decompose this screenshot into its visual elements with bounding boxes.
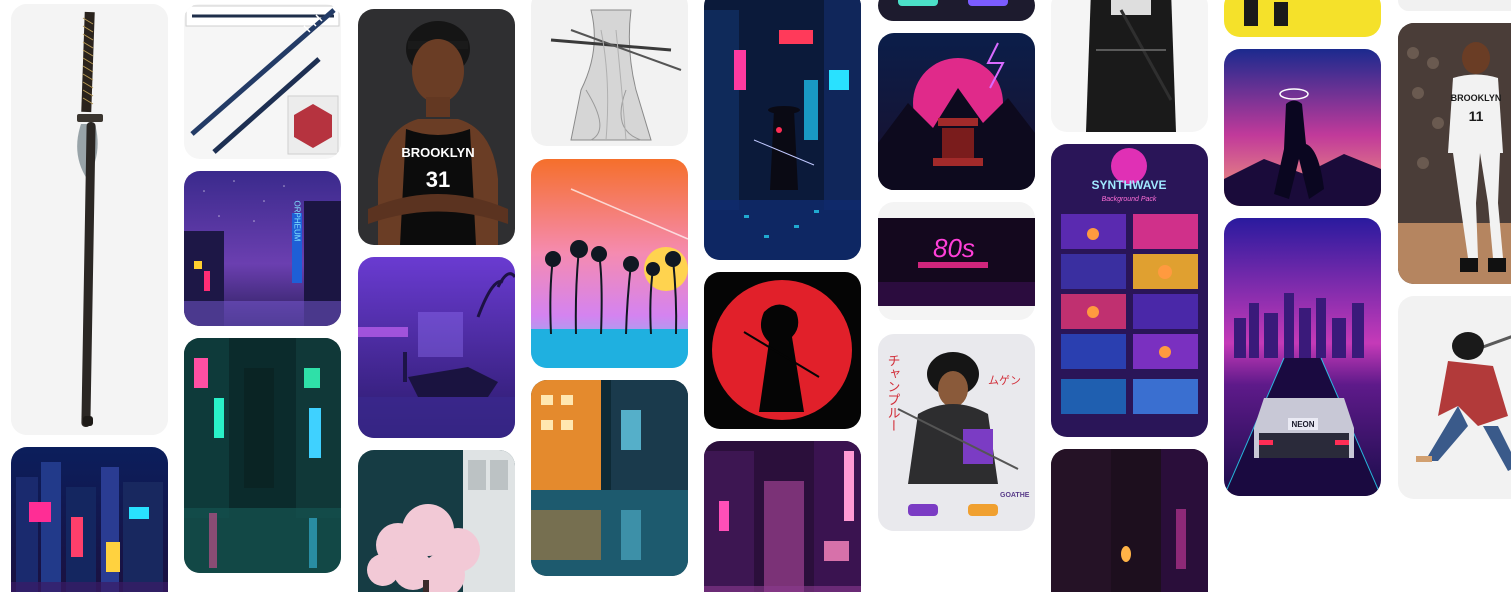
pink-alley-image (704, 441, 861, 592)
pin-katana-sheathed[interactable] (11, 4, 168, 435)
pin-purple-neon-car[interactable] (358, 257, 515, 438)
halo-figure-image (1224, 49, 1381, 206)
samurai-bw-image (1051, 0, 1208, 132)
pin-reflection-street[interactable] (531, 380, 688, 576)
pin-player-dribble[interactable]: BROOKLYN 11 (1398, 23, 1511, 284)
yellow-crop-image (1224, 0, 1381, 37)
samurai-sketch-image (531, 0, 688, 146)
cherry-blossom-image (358, 450, 515, 592)
pin-top-right-crop[interactable] (1398, 0, 1511, 11)
blue-katana-image (184, 4, 341, 159)
pin-cyber-samurai-city[interactable] (704, 0, 861, 260)
jp-vertical-text: チャンプルー (885, 354, 900, 432)
jersey-number: 31 (426, 167, 450, 192)
red-sun-image (704, 272, 861, 429)
tokyo-street-image (11, 447, 168, 592)
basketball-portrait-image: BROOKLYN 31 (358, 9, 515, 245)
pin-board: ORPHEUM BROOKLYN 31 80s チャンプルー ムゲン GOATH… (0, 0, 1511, 592)
synthwave-subheading: Background Pack (1102, 196, 1157, 203)
pin-basketball-player[interactable]: BROOKLYN 31 (358, 9, 515, 245)
pin-temple-lightning[interactable] (878, 33, 1035, 190)
jp-name-text: ムゲン (988, 374, 1021, 387)
samurai-action-image (1398, 296, 1511, 499)
synthwave-pack-image: SYNTHWAVE Background Pack (1051, 144, 1208, 437)
pin-tokyo-neon-street[interactable] (11, 447, 168, 592)
katana-image (11, 4, 168, 435)
purple-car-image (358, 257, 515, 438)
pin-katana-blue-pair[interactable] (184, 4, 341, 159)
mugen-anime-image: チャンプルー ムゲン GOATHE (878, 334, 1035, 531)
reflection-street-image (531, 380, 688, 576)
neon-80s-image: 80s (878, 202, 1035, 320)
pin-palm-sunset[interactable] (531, 159, 688, 368)
orpheum-sign: ORPHEUM (293, 201, 302, 242)
jersey-team: BROOKLYN (401, 145, 474, 160)
pin-red-sun-samurai[interactable] (704, 272, 861, 429)
pin-pink-alley[interactable] (704, 441, 861, 592)
palm-sunset-image (531, 159, 688, 368)
pin-neon-car-city[interactable]: NEON (1224, 218, 1381, 496)
pin-orpheum-street[interactable]: ORPHEUM (184, 171, 341, 326)
dark-alley-image (1051, 449, 1208, 592)
neon-car-image: NEON (1224, 218, 1381, 496)
temple-lightning-image (878, 33, 1035, 190)
pin-dark-alley-lantern[interactable] (1051, 449, 1208, 592)
pin-rainy-alley[interactable] (184, 338, 341, 573)
pin-neon-80s-sign[interactable]: 80s (878, 202, 1035, 320)
synthwave-heading: SYNTHWAVE (1091, 178, 1166, 192)
signature-text: GOATHE (1000, 492, 1030, 499)
jersey-team-2: BROOKLYN (1451, 93, 1502, 103)
cyber-samurai-image (704, 0, 861, 260)
pin-cherry-blossom[interactable] (358, 450, 515, 592)
cropped-top-image (878, 0, 1035, 21)
pin-samurai-bw[interactable] (1051, 0, 1208, 132)
pin-synthwave-pack[interactable]: SYNTHWAVE Background Pack (1051, 144, 1208, 437)
rainy-alley-image (184, 338, 341, 573)
neon-sign-text: 80s (933, 233, 975, 263)
pin-samurai-sketch[interactable] (531, 0, 688, 146)
pin-halo-figure[interactable] (1224, 49, 1381, 206)
top-right-crop-image (1398, 0, 1511, 11)
pin-samurai-action[interactable] (1398, 296, 1511, 499)
jersey-number-2: 11 (1469, 108, 1484, 124)
player-dribble-image: BROOKLYN 11 (1398, 23, 1511, 284)
pin-top-cropped[interactable] (878, 0, 1035, 21)
orpheum-street-image: ORPHEUM (184, 171, 341, 326)
car-plate-text: NEON (1291, 420, 1314, 429)
pin-yellow-crop[interactable] (1224, 0, 1381, 37)
pin-mugen-anime[interactable]: チャンプルー ムゲン GOATHE (878, 334, 1035, 531)
